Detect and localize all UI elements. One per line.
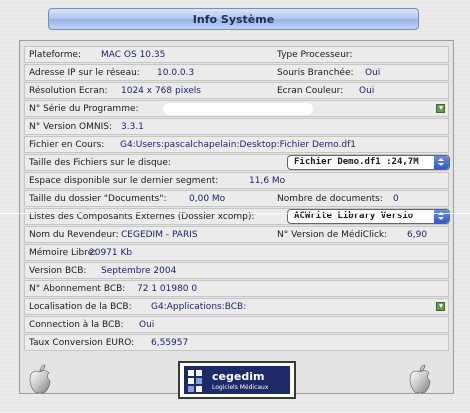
logo-brand: cegedim (212, 370, 265, 383)
nombre-documents-label: Nombre de documents: (277, 194, 383, 204)
memoire-value: 20971 Kb (89, 248, 133, 258)
espace-label: Espace disponible sur le dernier segment… (29, 176, 219, 186)
logo-square (188, 370, 194, 376)
version-bcb-value: Septembre 2004 (101, 266, 177, 276)
version-omnis-label: N° Version OMNIS: (29, 122, 113, 132)
version-mediclick-label: N° Version de MédiClick: (277, 230, 388, 240)
row-fichier-cours: Fichier en Cours: G4:Users:pascalchapela… (24, 136, 449, 153)
abonnement-label: N° Abonnement BCB: (29, 284, 126, 294)
row-taille-fichiers: Taille des Fichiers sur le disque: Fichi… (24, 154, 450, 171)
logo-square (196, 370, 202, 376)
composants-popup[interactable]: ACWrite Library Versio (287, 209, 450, 224)
row-taux: Taux Conversion EURO: 6,55957 (24, 334, 449, 351)
taille-fichiers-label: Taille des Fichiers sur le disque: (29, 158, 171, 168)
window-title-bar: Info Système (48, 8, 419, 30)
popup-arrows-icon (434, 210, 449, 223)
popup-arrows-icon (434, 156, 449, 169)
logo-square (196, 378, 202, 384)
row-espace: Espace disponible sur le dernier segment… (24, 172, 449, 189)
row-resolution: Résolution Ecran: 1024 x 768 pixels Ecra… (24, 82, 449, 99)
souris-value: Oui (365, 68, 381, 78)
logo-square (196, 386, 202, 392)
souris-label: Souris Branchée: (277, 68, 354, 78)
fichier-cours-label: Fichier en Cours: (29, 140, 105, 150)
serie-label: N° Série du Programme: (29, 104, 139, 114)
row-serie: N° Série du Programme: (24, 100, 449, 117)
version-omnis-value: 3.3.1 (121, 122, 144, 132)
espace-value: 11,6 Mo (249, 176, 286, 186)
download-arrow-icon[interactable] (436, 104, 445, 113)
row-abonnement: N° Abonnement BCB: 72 1 01980 0 (24, 280, 449, 297)
apple-logo-icon (29, 364, 51, 394)
row-connection: Connection à la BCB: Oui (24, 316, 449, 333)
adresse-ip-label: Adresse IP sur le réseau: (29, 68, 140, 78)
localisation-value: G4:Applications:BCB: (151, 302, 247, 312)
row-memoire: Mémoire Libre: 20971 Kb (24, 244, 449, 261)
row-documents: Taille du dossier "Documents": 0,00 Mo N… (24, 190, 449, 207)
type-processeur-label: Type Processeur: (277, 50, 353, 60)
apple-logo-icon (409, 364, 431, 394)
cegedim-logo: cegedim Logiciels Médicaux (178, 361, 296, 399)
serie-value-field (163, 103, 313, 115)
version-bcb-label: Version BCB: (29, 266, 87, 276)
revendeur-value: CEGEDIM - PARIS (121, 230, 198, 240)
taux-value: 6,55957 (151, 338, 189, 348)
info-panel: Plateforme: MAC OS 10.35 Type Processeur… (19, 40, 454, 394)
ecran-couleur-label: Ecran Couleur: (277, 86, 344, 96)
logo-tagline: Logiciels Médicaux (212, 384, 269, 391)
row-composants: Listes des Composants Externes (Dossier … (24, 208, 450, 225)
plateforme-value: MAC OS 10.35 (101, 50, 166, 60)
download-arrow-icon[interactable] (436, 302, 445, 311)
nombre-documents-value: 0 (393, 194, 399, 204)
abonnement-value: 72 1 01980 0 (137, 284, 198, 294)
taux-label: Taux Conversion EURO: (29, 338, 135, 348)
plateforme-label: Plateforme: (29, 50, 82, 60)
memoire-label: Mémoire Libre: (29, 248, 97, 258)
resolution-value: 1024 x 768 pixels (121, 86, 201, 96)
fichier-cours-value: G4:Users:pascalchapelain:Desktop:Fichier… (120, 140, 356, 150)
row-version-bcb: Version BCB: Septembre 2004 (24, 262, 449, 279)
ecran-couleur-value: Oui (359, 86, 375, 96)
connection-label: Connection à la BCB: (29, 320, 124, 330)
resolution-label: Résolution Ecran: (29, 86, 108, 96)
connection-value: Oui (139, 320, 155, 330)
version-mediclick-value: 6,90 (407, 230, 428, 240)
window-divider (0, 213, 470, 214)
row-version-omnis: N° Version OMNIS: 3.3.1 (24, 118, 449, 135)
logo-square (188, 378, 194, 384)
info-systeme-window: Info Système Plateforme: MAC OS 10.35 Ty… (0, 0, 470, 413)
row-adresse-ip: Adresse IP sur le réseau: 10.0.0.3 Souri… (24, 64, 449, 81)
taille-documents-label: Taille du dossier "Documents": (29, 194, 167, 204)
taille-fichiers-popup[interactable]: Fichier Demo.df1 :24,7M (287, 155, 450, 170)
logo-square (188, 386, 194, 392)
localisation-label: Localisation de la BCB: (29, 302, 132, 312)
adresse-ip-value: 10.0.0.3 (157, 68, 195, 78)
window-title: Info Système (192, 12, 275, 26)
row-plateforme: Plateforme: MAC OS 10.35 Type Processeur… (24, 46, 449, 63)
row-revendeur: Nom du Revendeur: CEGEDIM - PARIS N° Ver… (24, 226, 449, 243)
cegedim-logo-panel: cegedim Logiciels Médicaux (184, 366, 290, 394)
taille-documents-value: 0,00 Mo (189, 194, 226, 204)
revendeur-label: Nom du Revendeur: (29, 230, 119, 240)
row-localisation: Localisation de la BCB: G4:Applications:… (24, 298, 449, 315)
taille-fichiers-popup-value: Fichier Demo.df1 :24,7M (294, 157, 419, 167)
